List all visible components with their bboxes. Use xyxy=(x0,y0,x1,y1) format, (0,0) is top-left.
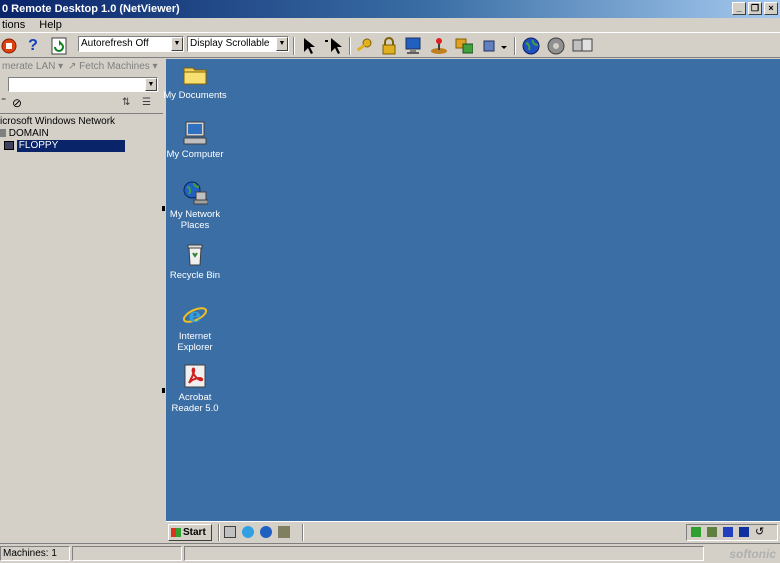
svg-text:e: e xyxy=(189,303,202,327)
menu-actions[interactable]: tions xyxy=(0,18,27,32)
desktop-icon-label: Recycle Bin xyxy=(169,270,221,281)
tree-node-machine-label: FLOPPY xyxy=(16,140,125,152)
desktop-icon-my-network-places[interactable]: My Network Places xyxy=(163,180,227,231)
fetch-machines-label: Fetch Machines xyxy=(79,61,150,72)
help-icon[interactable]: ? xyxy=(24,37,42,55)
menu-bar: tions Help xyxy=(0,18,780,32)
globe-icon[interactable] xyxy=(522,37,540,55)
menu-help[interactable]: Help xyxy=(37,18,64,32)
desktop-icon-my-documents[interactable]: My Documents xyxy=(163,61,227,101)
ie-quicklaunch-icon[interactable] xyxy=(242,526,254,538)
panel-icon-bar: ⁼ ⊘ ⇅ ☰ xyxy=(0,96,163,112)
list-view-icon[interactable]: ☰ xyxy=(142,97,151,108)
tree-node-domain-label: DOMAIN xyxy=(8,128,49,139)
display-mode-value: Display Scrollable xyxy=(190,38,270,49)
enumerate-lan-button[interactable]: merate LAN ▾ xyxy=(2,59,63,75)
volume-icon[interactable] xyxy=(691,527,701,537)
main-toolbar: ? Autorefresh Off ▼ Display Scrollable ▼ xyxy=(0,32,780,58)
app-quicklaunch-icon[interactable] xyxy=(278,526,290,538)
ie-icon: e xyxy=(182,302,208,328)
config-icon[interactable] xyxy=(482,37,508,55)
tree-node-machine[interactable]: FLOPPY xyxy=(4,140,125,152)
restore-button[interactable]: ❐ xyxy=(748,2,762,15)
desktop-icon-label: My Documents xyxy=(163,90,227,101)
fetch-machines-button[interactable]: ↗ Fetch Machines ▾ xyxy=(68,59,158,75)
monitor-icon[interactable] xyxy=(404,37,422,55)
toolbar-separator xyxy=(293,37,295,55)
toolbar-separator xyxy=(349,37,351,55)
toolbar-separator xyxy=(514,37,516,55)
network-tree: icrosoft Windows Network DOMAIN FLOPPY xyxy=(0,113,163,543)
desktop-icon-label: Internet Explorer xyxy=(177,331,213,353)
tree-node-network[interactable]: icrosoft Windows Network xyxy=(0,116,115,128)
screens-icon[interactable] xyxy=(572,37,594,55)
desktop-icon-label: My Computer xyxy=(166,149,224,160)
chevron-down-icon[interactable]: ▼ xyxy=(145,78,157,91)
chevron-down-icon[interactable]: ▼ xyxy=(171,37,183,51)
start-button[interactable]: Start xyxy=(168,524,212,541)
tray-monitor-icon[interactable] xyxy=(723,527,733,537)
remote-taskbar: Start ↺ xyxy=(166,521,780,543)
transfer-icon[interactable] xyxy=(455,37,473,55)
key-icon[interactable] xyxy=(355,37,373,55)
folder-icon xyxy=(182,61,208,87)
network-filter-select[interactable]: ▼ xyxy=(8,77,158,92)
status-bar: Machines: 1 softonic xyxy=(0,543,780,563)
machine-panel: merate LAN ▾ ↗ Fetch Machines ▾ ▼ ⁼ ⊘ ⇅ … xyxy=(0,59,163,543)
title-bar[interactable]: 0 Remote Desktop 1.0 (NetViewer) _ ❐ × xyxy=(0,0,780,18)
start-label: Start xyxy=(183,527,206,538)
tray-app-icon[interactable] xyxy=(707,527,717,537)
desktop-icon-internet-explorer[interactable]: e Internet Explorer xyxy=(163,302,227,353)
tree-node-domain[interactable]: DOMAIN xyxy=(0,128,49,140)
close-button[interactable]: × xyxy=(764,2,778,15)
desktop-icon-my-computer[interactable]: My Computer xyxy=(163,120,227,160)
remote-pointer-icon[interactable] xyxy=(324,37,342,55)
lock-icon[interactable] xyxy=(380,37,398,55)
system-tray: ↺ xyxy=(686,524,778,541)
remote-desktop-view[interactable]: My Documents My Computer My Network Plac… xyxy=(163,59,780,521)
tray-refresh-icon[interactable]: ↺ xyxy=(755,525,764,538)
autorefresh-select[interactable]: Autorefresh Off ▼ xyxy=(78,36,184,52)
cancel-icon[interactable]: ⊘ xyxy=(12,96,22,110)
watermark: softonic xyxy=(729,547,776,561)
domain-icon xyxy=(0,129,6,138)
tree-node-network-label: icrosoft Windows Network xyxy=(0,116,116,127)
joystick-icon[interactable] xyxy=(430,37,448,55)
panel-toolbar: merate LAN ▾ ↗ Fetch Machines ▾ xyxy=(0,59,163,75)
window-title: 0 Remote Desktop 1.0 (NetViewer) xyxy=(2,3,180,15)
desktop-icon-acrobat-reader[interactable]: Acrobat Reader 5.0 xyxy=(163,363,227,414)
taskbar-separator xyxy=(218,524,220,541)
pointer-icon[interactable] xyxy=(300,37,318,55)
stop-icon[interactable] xyxy=(0,37,18,55)
network-quicklaunch-icon[interactable] xyxy=(260,526,272,538)
desktop-icon-label: My Network Places xyxy=(169,209,221,231)
show-desktop-icon[interactable] xyxy=(224,526,236,538)
desktop-icon-label: Acrobat Reader 5.0 xyxy=(171,392,219,414)
status-cell xyxy=(184,546,704,561)
acrobat-icon xyxy=(182,363,208,389)
minimize-button[interactable]: _ xyxy=(732,2,746,15)
network-icon xyxy=(182,180,209,206)
desktop-icon-recycle-bin[interactable]: Recycle Bin xyxy=(163,241,227,281)
filter-icon[interactable]: ⁼ xyxy=(1,96,6,107)
taskbar-separator xyxy=(302,524,304,541)
tray-blue-icon[interactable] xyxy=(739,527,749,537)
fetch-icon: ↗ xyxy=(68,61,77,72)
display-mode-select[interactable]: Display Scrollable ▼ xyxy=(187,36,289,52)
app-window: 0 Remote Desktop 1.0 (NetViewer) _ ❐ × t… xyxy=(0,0,780,563)
disc-icon[interactable] xyxy=(547,37,565,55)
autorefresh-value: Autorefresh Off xyxy=(81,38,149,49)
enumerate-lan-label: merate LAN xyxy=(2,61,56,72)
computer-icon xyxy=(182,120,208,146)
status-cell xyxy=(72,546,182,561)
machine-count: Machines: 1 xyxy=(0,546,70,561)
refresh-icon[interactable] xyxy=(50,37,68,55)
chevron-down-icon[interactable]: ▼ xyxy=(276,37,288,51)
sort-icon[interactable]: ⇅ xyxy=(122,97,130,108)
recycle-bin-icon xyxy=(182,241,208,267)
windows-logo-icon xyxy=(171,528,181,537)
machine-icon xyxy=(4,140,14,150)
